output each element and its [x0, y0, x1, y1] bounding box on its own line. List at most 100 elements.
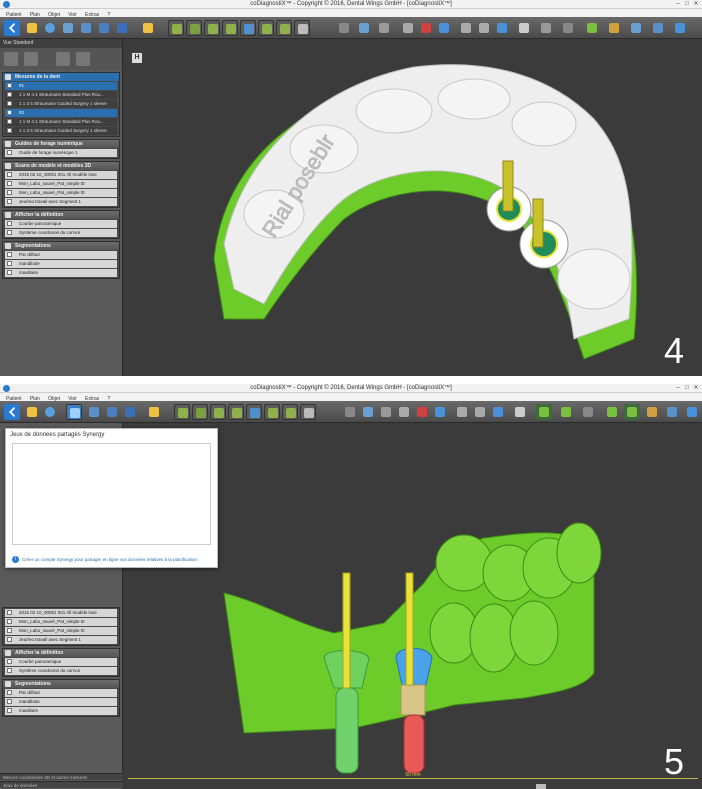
- tool-finish-button[interactable]: [684, 404, 700, 420]
- status-measure[interactable]: Mesure coordonnée 3D et autres mesures: [0, 773, 123, 780]
- implant-item[interactable]: 1 1 M 4.1 Straumann Standard Plus Rou...: [5, 91, 117, 99]
- list-item[interactable]: Système coordonné du corrvoi: [5, 667, 117, 675]
- checkbox[interactable]: [7, 221, 12, 226]
- tool-segment-5-button[interactable]: [240, 20, 256, 36]
- tool-check-button[interactable]: [604, 404, 620, 420]
- tool-export-button[interactable]: [78, 20, 94, 36]
- list-item[interactable]: Mon_Labo_sauvé_Pat_simple t0: [5, 618, 117, 626]
- checkbox[interactable]: [7, 92, 12, 97]
- list-item[interactable]: Par défaut: [5, 251, 117, 259]
- tool-window-button[interactable]: [628, 20, 644, 36]
- tool-undo-button[interactable]: [560, 20, 576, 36]
- tool-split2-button[interactable]: [624, 404, 640, 420]
- tool-move-button[interactable]: [476, 20, 492, 36]
- open-folder-button[interactable]: [24, 20, 40, 36]
- tool-measure-button[interactable]: [400, 20, 416, 36]
- checkbox[interactable]: [7, 668, 12, 673]
- tool-segment-4-button[interactable]: [228, 404, 244, 420]
- tool-report-button[interactable]: [140, 20, 156, 36]
- save-button[interactable]: [42, 20, 58, 36]
- view-orientation-icon[interactable]: H: [132, 53, 142, 63]
- segmentation-section-header[interactable]: Segmentations: [3, 242, 119, 250]
- tool-check-button[interactable]: [584, 20, 600, 36]
- checkbox[interactable]: [7, 181, 12, 186]
- save-button[interactable]: [42, 404, 58, 420]
- list-item[interactable]: maxillaire: [5, 707, 117, 715]
- collapse-icon[interactable]: [5, 243, 11, 249]
- tool-color-button[interactable]: [644, 404, 660, 420]
- tool-crown-button[interactable]: [512, 404, 528, 420]
- display-section-header[interactable]: Afficher la définition: [3, 211, 119, 219]
- list-item[interactable]: Système coordonné du corrvoi: [5, 229, 117, 237]
- tool-segment-8-button[interactable]: [294, 20, 310, 36]
- tool-segment-7-button[interactable]: [282, 404, 298, 420]
- back-button[interactable]: [4, 20, 20, 36]
- open-folder-button[interactable]: [24, 404, 40, 420]
- collapse-icon[interactable]: [5, 650, 11, 656]
- tool-segment-2-button[interactable]: [186, 20, 202, 36]
- tool-segment-6-button[interactable]: [264, 404, 280, 420]
- checkbox[interactable]: [7, 690, 12, 695]
- checkbox[interactable]: [7, 699, 12, 704]
- tool-curve-button[interactable]: [458, 20, 474, 36]
- tool-segment-5-button[interactable]: [246, 404, 262, 420]
- list-item[interactable]: Guide de forage numérique 1: [5, 149, 117, 157]
- tool-sleeve-button[interactable]: [432, 404, 448, 420]
- checkbox[interactable]: [7, 128, 12, 133]
- tool-panel-button[interactable]: [664, 404, 680, 420]
- synergy-share-button[interactable]: [66, 404, 82, 420]
- tool-color-button[interactable]: [606, 20, 622, 36]
- list-item[interactable]: mandibule: [5, 698, 117, 706]
- tool-undo-button[interactable]: [580, 404, 596, 420]
- tool-add-button[interactable]: [558, 404, 574, 420]
- implant-group-2[interactable]: #2: [5, 109, 117, 117]
- checkbox[interactable]: [7, 610, 12, 615]
- close-icon[interactable]: ✕: [692, 1, 700, 8]
- checkbox[interactable]: [7, 628, 12, 633]
- shared-datasets-list[interactable]: [12, 443, 211, 545]
- segmentation-section-header[interactable]: Segmentations: [3, 680, 119, 688]
- implant-item[interactable]: 1 1 M 4.1 Straumann Standard Plus Rou...: [5, 118, 117, 126]
- tool-add-button[interactable]: [538, 20, 554, 36]
- collapse-icon[interactable]: [5, 74, 11, 80]
- list-item[interactable]: maxillaire: [5, 269, 117, 277]
- tool-segment-2-button[interactable]: [192, 404, 208, 420]
- tool-segment-1-button[interactable]: [168, 20, 184, 36]
- tool-angle-button[interactable]: [414, 404, 430, 420]
- tool-export-button[interactable]: [86, 404, 102, 420]
- list-item[interactable]: Mon_Labo_sauvé_Pat_simple t0: [5, 180, 117, 188]
- tool-segment-3-button[interactable]: [210, 404, 226, 420]
- list-item[interactable]: Mon_Labo_sauvé_Pat_simple t0: [5, 627, 117, 635]
- tool-move-button[interactable]: [472, 404, 488, 420]
- checkbox[interactable]: [7, 172, 12, 177]
- checkbox[interactable]: [7, 199, 12, 204]
- list-item[interactable]: Par défaut: [5, 689, 117, 697]
- maximize-icon[interactable]: □: [683, 385, 691, 392]
- implants-section-header[interactable]: Mesures de la dent: [3, 73, 119, 81]
- create-account-link[interactable]: i Créer un compte Synergy pour partager e…: [12, 556, 198, 563]
- panel-tool-list-icon[interactable]: [24, 52, 38, 66]
- tool-segment-4-button[interactable]: [222, 20, 238, 36]
- tool-segment-3-button[interactable]: [204, 20, 220, 36]
- tool-grid-button[interactable]: [378, 404, 394, 420]
- panel-tool-implant-icon[interactable]: [4, 52, 18, 66]
- tool-grid-button[interactable]: [376, 20, 392, 36]
- tool-split-button[interactable]: [536, 404, 552, 420]
- display-section-header[interactable]: Afficher la définition: [3, 649, 119, 657]
- sleeve-item[interactable]: 1 1 3 5 Straumann Guided Surgery 1 sleev…: [5, 100, 117, 108]
- checkbox[interactable]: [7, 119, 12, 124]
- list-item[interactable]: Courbe panoramique: [5, 658, 117, 666]
- list-item[interactable]: Jeu/reo travail avec Segment 1: [5, 198, 117, 206]
- close-icon[interactable]: ✕: [692, 385, 700, 392]
- tool-panel-button[interactable]: [650, 20, 666, 36]
- tool-drill-button[interactable]: [494, 20, 510, 36]
- checkbox[interactable]: [7, 252, 12, 257]
- checkbox[interactable]: [7, 190, 12, 195]
- tool-import-button[interactable]: [60, 20, 76, 36]
- tool-add-implant-button[interactable]: [336, 20, 352, 36]
- checkbox[interactable]: [7, 619, 12, 624]
- tool-crown-button[interactable]: [516, 20, 532, 36]
- list-item[interactable]: Courbe panoramique: [5, 220, 117, 228]
- checkbox[interactable]: [7, 150, 12, 155]
- tool-sync-button[interactable]: [96, 20, 112, 36]
